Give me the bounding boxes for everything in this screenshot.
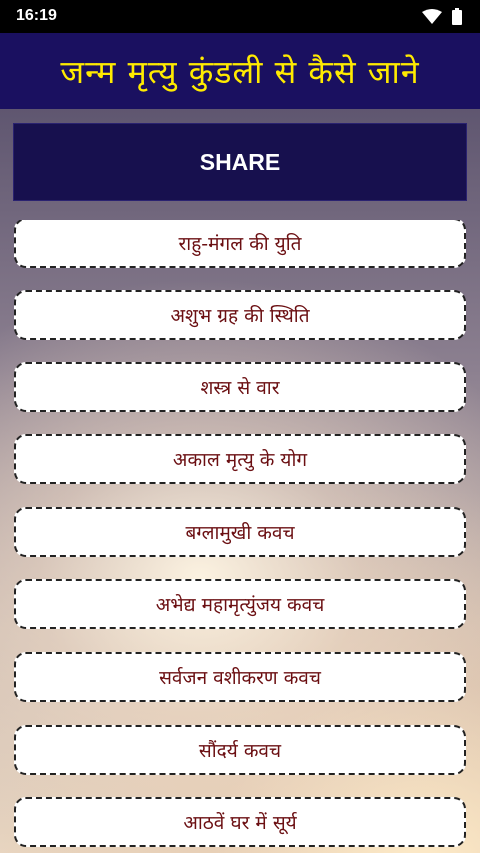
list-item[interactable]: सौंदर्य कवच: [14, 725, 466, 775]
app-header: जन्म मृत्यु कुंडली से कैसे जाने: [0, 33, 480, 109]
list-item[interactable]: अशुभ ग्रह की स्थिति: [14, 290, 466, 340]
list-item[interactable]: अकाल मृत्यु के योग: [14, 434, 466, 484]
status-time: 16:19: [16, 7, 57, 24]
wifi-icon: [422, 8, 442, 29]
page-title: जन्म मृत्यु कुंडली से कैसे जाने: [60, 52, 420, 91]
list-item[interactable]: राहु-मंगल की युति: [14, 220, 466, 268]
list-item[interactable]: आठवें घर में सूर्य: [14, 797, 466, 847]
list-item[interactable]: बग्लामुखी कवच: [14, 507, 466, 557]
topic-list: राहु-मंगल की युति अशुभ ग्रह की स्थिति शस…: [0, 220, 480, 853]
list-item[interactable]: सर्वजन वशीकरण कवच: [14, 652, 466, 702]
battery-icon: [452, 8, 462, 29]
list-item[interactable]: शस्त्र से वार: [14, 362, 466, 412]
share-button[interactable]: SHARE: [13, 123, 467, 201]
list-item[interactable]: अभेद्य महामृत्युंजय कवच: [14, 579, 466, 629]
status-bar: 16:19: [0, 0, 480, 33]
